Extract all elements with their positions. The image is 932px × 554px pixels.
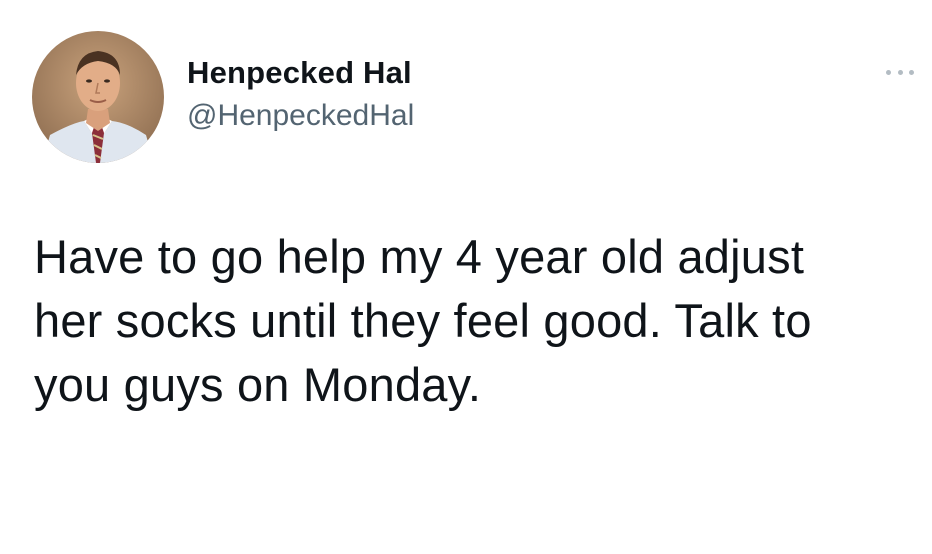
more-horizontal-icon [886,69,891,75]
avatar[interactable] [32,31,164,163]
more-horizontal-icon [909,69,914,75]
author-display-name[interactable]: Henpecked Hal [187,55,412,91]
more-horizontal-icon [897,69,903,75]
more-options-button[interactable] [886,62,914,82]
tweet-card: Henpecked Hal @HenpeckedHal Have to go h… [0,0,932,554]
avatar-photo [32,31,164,163]
tweet-text: Have to go help my 4 year old adjust her… [34,230,812,411]
author-handle[interactable]: @HenpeckedHal [187,99,414,133]
